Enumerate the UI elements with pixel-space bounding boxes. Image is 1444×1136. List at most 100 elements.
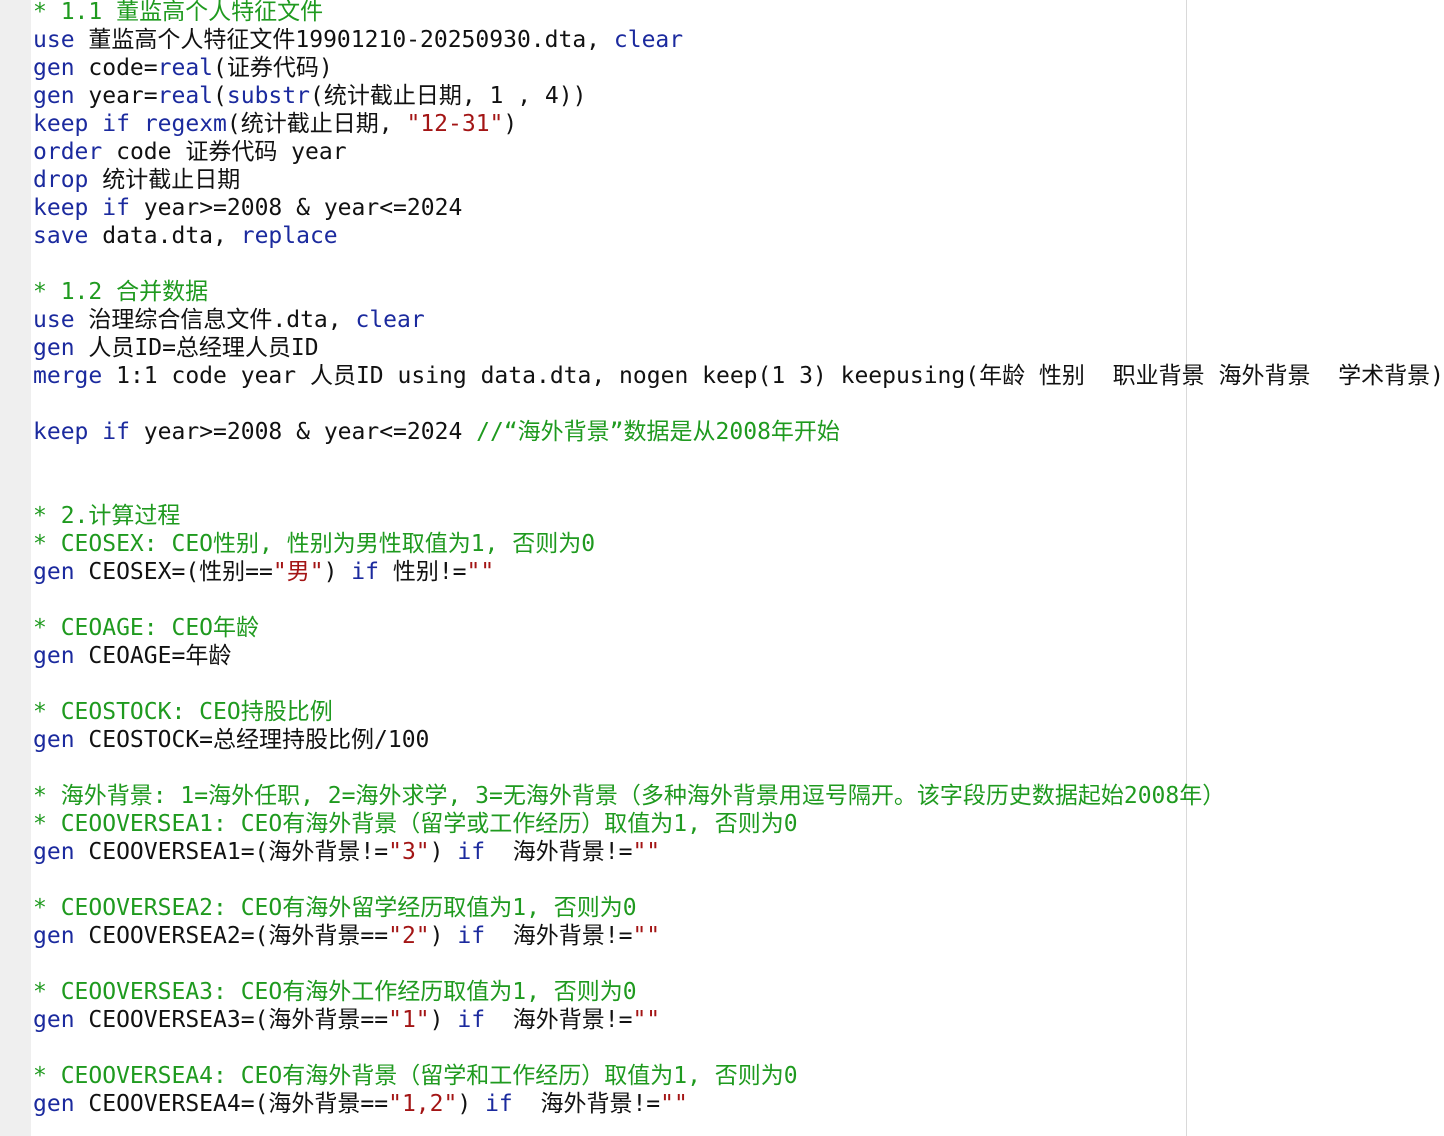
comment-token: * CEOSTOCK: CEO持股比例 bbox=[33, 699, 333, 725]
code-line[interactable]: * CEOOVERSEA4: CEO有海外背景（留学和工作经历）取值为1, 否则… bbox=[33, 1062, 1444, 1090]
code-line[interactable]: * CEOSTOCK: CEO持股比例 bbox=[33, 698, 1444, 726]
keyword-token: clear bbox=[613, 27, 684, 53]
comment-token: * CEOAGE: CEO年龄 bbox=[33, 615, 260, 641]
keyword-token: gen bbox=[33, 1007, 75, 1033]
code-line[interactable]: save data.dta, replace bbox=[33, 222, 1444, 250]
code-token: (统计截止日期, 1 , 4)) bbox=[309, 83, 587, 109]
code-line[interactable]: * 1.1 董监高个人特征文件 bbox=[33, 0, 1444, 26]
code-token: ) bbox=[429, 1007, 458, 1033]
comment-token: //“海外背景”数据是从2008年开始 bbox=[476, 419, 840, 445]
code-token: CEOAGE=年龄 bbox=[74, 643, 232, 669]
code-token: 海外背景!= bbox=[485, 1007, 633, 1033]
code-token: (证券代码) bbox=[213, 55, 333, 81]
code-line[interactable]: order code 证券代码 year bbox=[33, 138, 1444, 166]
code-line[interactable] bbox=[33, 586, 1444, 614]
code-token: 人员ID=总经理人员ID bbox=[74, 335, 319, 361]
code-line[interactable]: * 1.2 合并数据 bbox=[33, 278, 1444, 306]
keyword-token: if bbox=[457, 1007, 486, 1033]
keyword-token: gen bbox=[33, 83, 75, 109]
keyword-token: gen bbox=[33, 643, 75, 669]
code-area[interactable]: * 1.1 董监高个人特征文件 use 董监高个人特征文件19901210-202… bbox=[33, 0, 1444, 1118]
keyword-token: regexm bbox=[143, 111, 227, 137]
code-line[interactable]: * CEOOVERSEA2: CEO有海外留学经历取值为1, 否则为0 bbox=[33, 894, 1444, 922]
code-line[interactable]: * CEOAGE: CEO年龄 bbox=[33, 614, 1444, 642]
code-line[interactable]: * 海外背景: 1=海外任职, 2=海外求学, 3=无海外背景（多种海外背景用逗… bbox=[33, 782, 1444, 810]
keyword-token: if bbox=[485, 1091, 513, 1117]
string-token: "2" bbox=[388, 923, 430, 949]
code-token: data.dta, bbox=[88, 223, 241, 249]
comment-token: * 1.2 合并数据 bbox=[33, 279, 209, 305]
code-token: code 证券代码 year bbox=[102, 139, 347, 165]
comment-token: * CEOOVERSEA3: CEO有海外工作经历取值为1, 否则为0 bbox=[33, 979, 637, 1005]
code-token: ) bbox=[429, 839, 458, 865]
code-token: CEOOVERSEA1=(海外背景!= bbox=[74, 839, 389, 865]
keyword-token: if bbox=[102, 195, 130, 221]
code-line[interactable]: * CEOOVERSEA3: CEO有海外工作经历取值为1, 否则为0 bbox=[33, 978, 1444, 1006]
code-line[interactable] bbox=[33, 446, 1444, 474]
keyword-token: gen bbox=[33, 839, 75, 865]
code-line[interactable] bbox=[33, 1034, 1444, 1062]
code-line[interactable]: keep if year>=2008 & year<=2024 //“海外背景”… bbox=[33, 418, 1444, 446]
keyword-token: use bbox=[33, 307, 75, 333]
code-line[interactable]: gen year=real(substr(统计截止日期, 1 , 4)) bbox=[33, 82, 1444, 110]
code-token: (统计截止日期, bbox=[226, 111, 407, 137]
keyword-token: keep bbox=[33, 195, 89, 221]
code-token: ) bbox=[503, 111, 518, 137]
comment-token: * 海外背景: 1=海外任职, 2=海外求学, 3=无海外背景（多种海外背景用逗… bbox=[33, 783, 1226, 809]
keyword-token: gen bbox=[33, 55, 75, 81]
keyword-token: drop bbox=[33, 167, 89, 193]
code-line[interactable]: * CEOSEX: CEO性别, 性别为男性取值为1, 否则为0 bbox=[33, 530, 1444, 558]
string-token: "1,2" bbox=[388, 1091, 458, 1117]
code-line[interactable]: gen CEOOVERSEA2=(海外背景=="2") if 海外背景!="" bbox=[33, 922, 1444, 950]
code-line[interactable]: gen CEOOVERSEA4=(海外背景=="1,2") if 海外背景!="… bbox=[33, 1090, 1444, 1118]
code-token: code= bbox=[74, 55, 158, 81]
string-token: "3" bbox=[388, 839, 430, 865]
code-line[interactable]: * CEOOVERSEA1: CEO有海外背景（留学或工作经历）取值为1, 否则… bbox=[33, 810, 1444, 838]
code-line[interactable]: use 董监高个人特征文件19901210-20250930.dta, clea… bbox=[33, 26, 1444, 54]
code-line[interactable]: gen CEOSEX=(性别=="男") if 性别!="" bbox=[33, 558, 1444, 586]
code-line[interactable]: gen CEOAGE=年龄 bbox=[33, 642, 1444, 670]
code-line[interactable] bbox=[33, 670, 1444, 698]
code-token: CEOSTOCK=总经理持股比例/100 bbox=[74, 727, 430, 753]
keyword-token: real bbox=[157, 55, 214, 81]
code-line[interactable] bbox=[33, 950, 1444, 978]
comment-token: * 2.计算过程 bbox=[33, 503, 181, 529]
code-line[interactable]: gen 人员ID=总经理人员ID bbox=[33, 334, 1444, 362]
code-token: 治理综合信息文件.dta, bbox=[74, 307, 356, 333]
comment-token: * CEOOVERSEA4: CEO有海外背景（留学和工作经历）取值为1, 否则… bbox=[33, 1063, 798, 1089]
keyword-token: order bbox=[33, 139, 103, 165]
code-token: 统计截止日期 bbox=[88, 167, 241, 193]
code-token: 董监高个人特征文件19901210-20250930.dta, bbox=[74, 27, 614, 53]
code-line[interactable] bbox=[33, 250, 1444, 278]
code-line[interactable]: keep if regexm(统计截止日期, "12-31") bbox=[33, 110, 1444, 138]
code-line[interactable]: gen CEOOVERSEA3=(海外背景=="1") if 海外背景!="" bbox=[33, 1006, 1444, 1034]
code-line[interactable]: drop 统计截止日期 bbox=[33, 166, 1444, 194]
code-editor[interactable]: * 1.1 董监高个人特征文件 use 董监高个人特征文件19901210-202… bbox=[0, 0, 1444, 1136]
code-line[interactable] bbox=[33, 866, 1444, 894]
code-line[interactable] bbox=[33, 754, 1444, 782]
keyword-token: gen bbox=[33, 335, 75, 361]
code-line[interactable]: gen CEOOVERSEA1=(海外背景!="3") if 海外背景!="" bbox=[33, 838, 1444, 866]
string-token: "" bbox=[466, 559, 495, 585]
code-line[interactable]: keep if year>=2008 & year<=2024 bbox=[33, 194, 1444, 222]
code-token: ) bbox=[429, 923, 458, 949]
keyword-token: keep bbox=[33, 111, 89, 137]
code-line[interactable]: gen code=real(证券代码) bbox=[33, 54, 1444, 82]
code-line[interactable]: gen CEOSTOCK=总经理持股比例/100 bbox=[33, 726, 1444, 754]
code-token: ) bbox=[457, 1091, 486, 1117]
code-line[interactable]: * 2.计算过程 bbox=[33, 502, 1444, 530]
code-token: year>=2008 & year<=2024 bbox=[129, 195, 463, 221]
code-line[interactable] bbox=[33, 390, 1444, 418]
code-token: CEOSEX=(性别== bbox=[74, 559, 273, 585]
code-line[interactable]: use 治理综合信息文件.dta, clear bbox=[33, 306, 1444, 334]
string-token: "12-31" bbox=[406, 111, 504, 137]
code-line[interactable]: merge 1:1 code year 人员ID using data.dta,… bbox=[33, 362, 1444, 390]
code-line[interactable] bbox=[33, 474, 1444, 502]
keyword-token: clear bbox=[355, 307, 425, 333]
keyword-token: if bbox=[102, 111, 130, 137]
keyword-token: save bbox=[33, 223, 89, 249]
code-token: 海外背景!= bbox=[485, 839, 633, 865]
